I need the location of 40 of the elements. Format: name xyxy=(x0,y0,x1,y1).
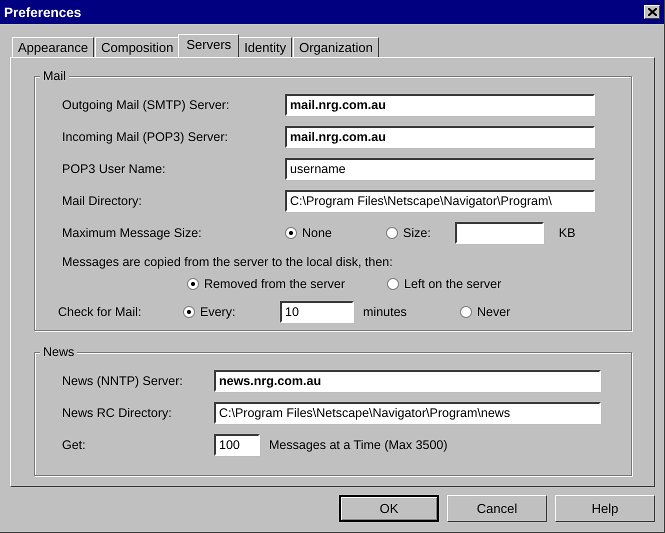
text-field[interactable]: news.nrg.com.au xyxy=(214,370,601,392)
tab[interactable]: Servers xyxy=(178,34,240,57)
text-field[interactable]: C:\Program Files\Netscape\Navigator\Program\news xyxy=(214,402,601,424)
window-title: Preferences xyxy=(4,4,82,20)
field-label: POP3 User Name: xyxy=(61,162,167,176)
radio-button[interactable]: Never xyxy=(460,305,510,319)
text-field[interactable]: 100 xyxy=(214,434,260,456)
field-label: Maximum Message Size: xyxy=(61,226,203,240)
text-field[interactable] xyxy=(454,222,544,244)
group-label: News xyxy=(40,345,78,359)
radio-button[interactable]: Left on the server xyxy=(387,277,502,291)
field-label: Check for Mail: xyxy=(57,305,142,319)
instruction-text: Messages are copied from the server to the local disk, then: xyxy=(61,254,394,269)
text-field[interactable]: mail.nrg.com.au xyxy=(285,94,595,116)
field-label: Mail Directory: xyxy=(61,194,143,208)
unit-label: minutes xyxy=(363,305,408,319)
group-label: Mail xyxy=(40,69,69,83)
radio-button[interactable]: Size: xyxy=(386,226,431,240)
field-label: Outgoing Mail (SMTP) Server: xyxy=(61,98,230,112)
dialog-button[interactable]: OK xyxy=(339,495,439,522)
radio-button[interactable]: Removed from the server xyxy=(187,277,387,291)
close-icon xyxy=(648,8,656,16)
dialog-button[interactable]: Help xyxy=(555,495,655,522)
field-label: Get: xyxy=(61,438,87,452)
radio-button[interactable]: Every: xyxy=(183,305,280,319)
tab[interactable]: Appearance xyxy=(12,37,94,57)
tab[interactable]: Organization xyxy=(293,37,379,57)
close-button[interactable] xyxy=(644,5,660,19)
tab[interactable]: Identity xyxy=(238,37,292,57)
text-field[interactable]: C:\Program Files\Netscape\Navigator\Program\ xyxy=(285,190,595,212)
text-field[interactable]: username xyxy=(285,158,595,180)
text-field[interactable]: 10 xyxy=(280,301,354,323)
dialog-button[interactable]: Cancel xyxy=(447,495,547,522)
field-label: Incoming Mail (POP3) Server: xyxy=(61,130,230,144)
radio-button[interactable]: None xyxy=(285,226,386,240)
unit-label: Messages at a Time (Max 3500) xyxy=(269,438,448,452)
text-field[interactable]: mail.nrg.com.au xyxy=(285,126,595,148)
unit-label: KB xyxy=(558,226,576,240)
field-label: News (NNTP) Server: xyxy=(61,374,184,388)
field-label: News RC Directory: xyxy=(61,406,173,420)
